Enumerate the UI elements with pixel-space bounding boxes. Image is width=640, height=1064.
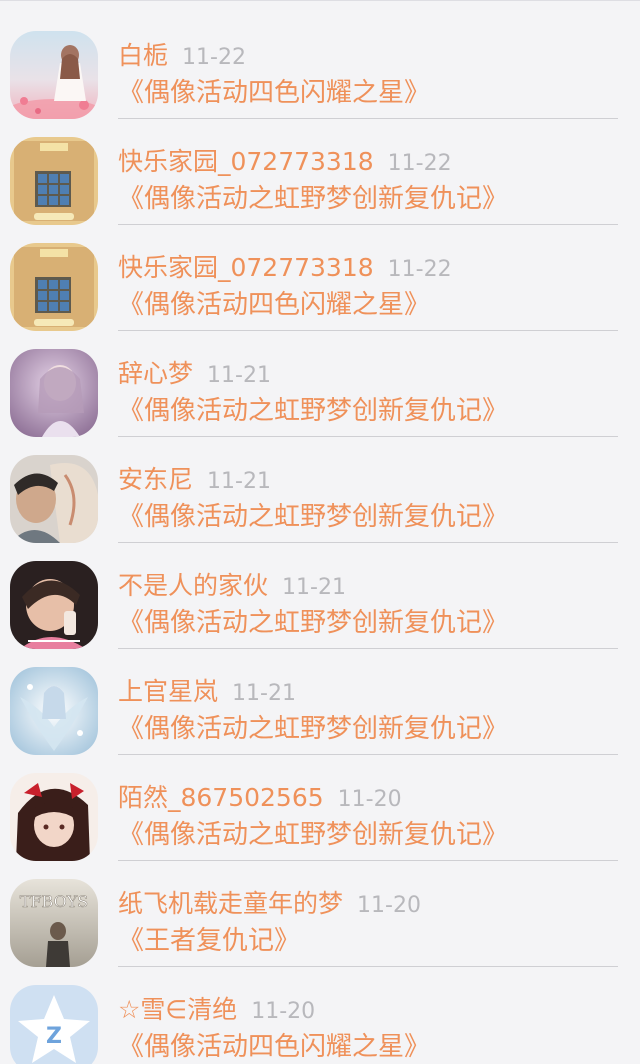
user-name[interactable]: 快乐家园_072773318 — [118, 147, 374, 176]
list-item[interactable]: 陌然_867502565 11-20 《偶像活动之虹野梦创新复仇记》 — [0, 743, 640, 861]
user-name[interactable]: 陌然_867502565 — [118, 783, 324, 812]
anime-angel-avatar-icon — [10, 667, 98, 755]
book-title-link[interactable]: 《偶像活动四色闪耀之星》 — [118, 77, 430, 109]
book-title-link[interactable]: 《偶像活动之虹野梦创新复仇记》 — [118, 713, 508, 745]
user-name[interactable]: 不是人的家伙 — [118, 571, 268, 600]
book-title-link[interactable]: 《偶像活动之虹野梦创新复仇记》 — [118, 395, 508, 427]
book-title-link[interactable]: 《王者复仇记》 — [118, 925, 300, 957]
avatar[interactable] — [10, 31, 98, 119]
user-name[interactable]: 快乐家园_072773318 — [118, 253, 374, 282]
list-item[interactable]: 快乐家园_072773318 11-22 《偶像活动四色闪耀之星》 — [0, 213, 640, 331]
comment-meta: 陌然_867502565 11-20 — [118, 783, 402, 816]
game-screen-avatar-icon — [10, 137, 98, 225]
user-name[interactable]: 白栀 — [118, 41, 168, 70]
qq-star-avatar-icon: Z — [10, 985, 98, 1064]
list-item[interactable]: 白栀 11-22 《偶像活动四色闪耀之星》 — [0, 1, 640, 119]
avatar[interactable]: TFBOYS — [10, 879, 98, 967]
comment-date: 11-22 — [387, 257, 452, 282]
comment-date: 11-22 — [182, 45, 246, 70]
avatar[interactable] — [10, 137, 98, 225]
list-item[interactable]: Z ☆雪∈清绝 11-20 《偶像活动四色闪耀之星》 — [0, 955, 640, 1064]
user-name[interactable]: 纸飞机载走童年的梦 — [118, 889, 343, 918]
list-item[interactable]: 不是人的家伙 11-21 《偶像活动之虹野梦创新复仇记》 — [0, 531, 640, 649]
user-name[interactable]: 上官星岚 — [118, 677, 218, 706]
comment-date: 11-22 — [387, 151, 452, 176]
purple-girl-avatar-icon — [10, 349, 98, 437]
comment-date: 11-20 — [357, 893, 421, 918]
list-item[interactable]: 上官星岚 11-21 《偶像活动之虹野梦创新复仇记》 — [0, 637, 640, 755]
avatar[interactable] — [10, 561, 98, 649]
tfboys-avatar-icon: TFBOYS — [10, 879, 98, 967]
comment-meta: 辞心梦 11-21 — [118, 359, 271, 392]
comment-date: 11-20 — [251, 999, 316, 1024]
list-item[interactable]: TFBOYS 纸飞机载走童年的梦 11-20 《王者复仇记》 — [0, 849, 640, 967]
game-screen-avatar-icon — [10, 243, 98, 331]
comment-date: 11-21 — [232, 681, 296, 706]
red-hair-anime-avatar-icon — [10, 773, 98, 861]
book-title-link[interactable]: 《偶像活动四色闪耀之星》 — [118, 289, 430, 321]
book-title-link[interactable]: 《偶像活动之虹野梦创新复仇记》 — [118, 501, 508, 533]
girl-photo-avatar-icon — [10, 561, 98, 649]
comment-list: 白栀 11-22 《偶像活动四色闪耀之星》 快乐家园_072773318 11-… — [0, 0, 640, 1064]
comment-meta: 快乐家园_072773318 11-22 — [118, 147, 452, 180]
list-item[interactable]: 快乐家园_072773318 11-22 《偶像活动之虹野梦创新复仇记》 — [0, 107, 640, 225]
comment-meta: 白栀 11-22 — [118, 41, 246, 74]
book-title-link[interactable]: 《偶像活动之虹野梦创新复仇记》 — [118, 607, 508, 639]
qq-logo-text: Z — [46, 1024, 62, 1049]
list-item[interactable]: 安东尼 11-21 《偶像活动之虹野梦创新复仇记》 — [0, 425, 640, 543]
boy-avatar-icon — [10, 455, 98, 543]
comment-meta: 上官星岚 11-21 — [118, 677, 296, 710]
book-title-link[interactable]: 《偶像活动之虹野梦创新复仇记》 — [118, 183, 508, 215]
comment-date: 11-21 — [207, 363, 271, 388]
avatar[interactable] — [10, 455, 98, 543]
avatar[interactable] — [10, 349, 98, 437]
user-name[interactable]: 安东尼 — [118, 465, 193, 494]
comment-meta: 快乐家园_072773318 11-22 — [118, 253, 452, 286]
comment-date: 11-20 — [337, 787, 402, 812]
avatar[interactable] — [10, 243, 98, 331]
user-name[interactable]: ☆雪∈清绝 — [118, 995, 237, 1024]
avatar[interactable]: Z — [10, 985, 98, 1064]
comment-meta: ☆雪∈清绝 11-20 — [118, 995, 315, 1028]
avatar[interactable] — [10, 667, 98, 755]
book-title-link[interactable]: 《偶像活动四色闪耀之星》 — [118, 1031, 430, 1063]
user-name[interactable]: 辞心梦 — [118, 359, 193, 388]
list-item[interactable]: 辞心梦 11-21 《偶像活动之虹野梦创新复仇记》 — [0, 319, 640, 437]
comment-meta: 安东尼 11-21 — [118, 465, 271, 498]
comment-meta: 纸飞机载走童年的梦 11-20 — [118, 889, 421, 922]
pink-girl-avatar-icon — [10, 31, 98, 119]
tfboys-logo-text: TFBOYS — [20, 892, 88, 911]
book-title-link[interactable]: 《偶像活动之虹野梦创新复仇记》 — [118, 819, 508, 851]
avatar[interactable] — [10, 773, 98, 861]
comment-date: 11-21 — [207, 469, 271, 494]
comment-meta: 不是人的家伙 11-21 — [118, 571, 346, 604]
comment-date: 11-21 — [282, 575, 346, 600]
